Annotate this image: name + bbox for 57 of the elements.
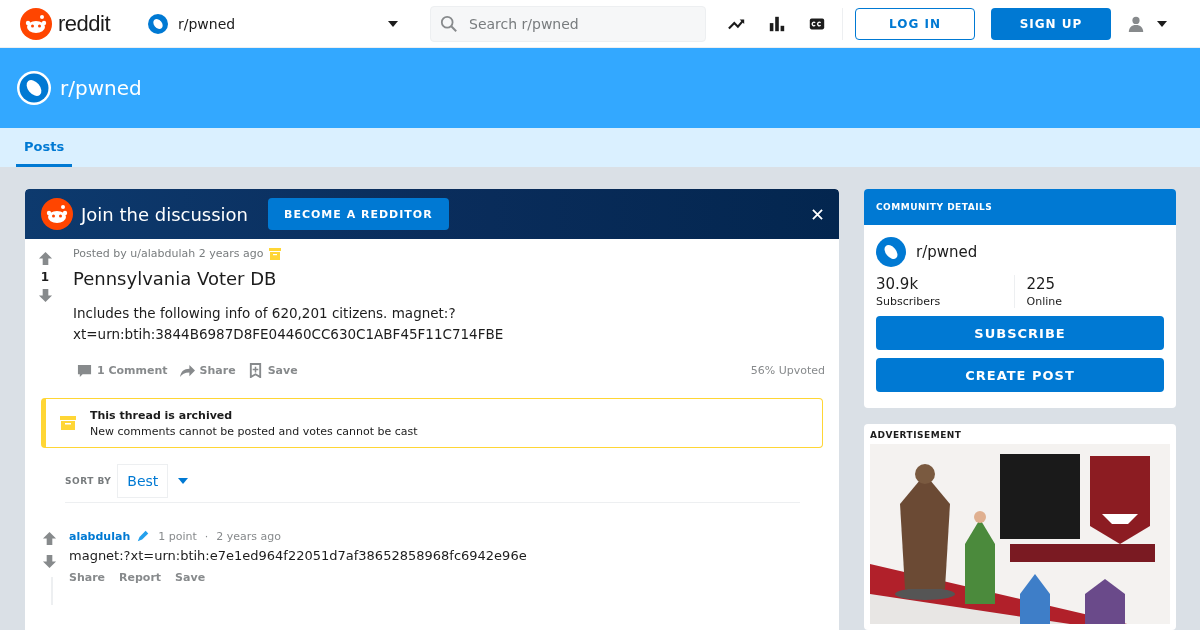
bookmark-icon bbox=[247, 363, 263, 378]
comment-author[interactable]: alabdulah bbox=[69, 529, 131, 543]
caret-icon bbox=[178, 478, 189, 484]
comment-icon bbox=[77, 363, 92, 378]
downvote-icon[interactable] bbox=[41, 554, 57, 569]
comment-text: magnet:?xt=urn:btih:e7e1ed964f22051d7af38652858968fc6942e96e bbox=[69, 548, 527, 563]
reddit-logo-icon[interactable] bbox=[20, 7, 52, 40]
user-icon bbox=[1127, 14, 1145, 33]
post-body: Includes the following info of 620,201 citizens. magnet:? xt=urn:btih:3844B6987D8FE04460CC630C1ABF45F11C714FBE bbox=[73, 304, 505, 344]
comment-action[interactable]: Save bbox=[175, 569, 206, 586]
downvote-icon[interactable] bbox=[37, 288, 53, 303]
upvote-icon[interactable] bbox=[37, 251, 53, 266]
comment-points: 1 point bbox=[158, 529, 197, 543]
caret-icon bbox=[1157, 20, 1167, 27]
join-title: Join the discussion bbox=[81, 203, 248, 225]
community-icon bbox=[148, 13, 168, 34]
upvote-icon[interactable] bbox=[41, 531, 57, 546]
separator-dot: · bbox=[204, 529, 209, 543]
community-button[interactable]: CREATE POST bbox=[876, 358, 1164, 392]
vote-score: 1 bbox=[40, 270, 50, 284]
tab[interactable]: Posts bbox=[16, 128, 73, 167]
login-button[interactable]: LOG IN bbox=[855, 7, 975, 40]
archive-icon bbox=[60, 415, 76, 431]
notice-text: New comments cannot be posted and votes cannot be cast bbox=[90, 424, 418, 438]
upvote-ratio: 56% Upvoted bbox=[750, 364, 825, 377]
sort-label: SORT BY bbox=[65, 476, 112, 486]
close-icon[interactable] bbox=[812, 208, 823, 220]
comment-action[interactable]: Share bbox=[69, 569, 106, 586]
comment-time: 2 years ago bbox=[216, 529, 281, 543]
share-button[interactable]: Share bbox=[175, 359, 240, 382]
search-field[interactable]: Search r/pwned bbox=[430, 5, 706, 42]
post-title[interactable]: Pennsylvania Voter DB bbox=[73, 268, 825, 289]
stat-label: Subscribers bbox=[876, 295, 942, 308]
comment-action[interactable]: Report bbox=[119, 569, 162, 586]
advertisement-label: ADVERTISEMENT bbox=[870, 430, 963, 440]
reddit-wordmark[interactable]: reddit bbox=[58, 10, 111, 37]
stat-label: Online bbox=[1026, 295, 1063, 308]
post-meta: Posted by u/alabdulah 2 years ago bbox=[73, 247, 264, 260]
bar-chart-icon[interactable] bbox=[768, 14, 786, 33]
save-button[interactable]: Save bbox=[243, 359, 302, 382]
share-icon bbox=[179, 363, 195, 378]
community-icon bbox=[876, 237, 906, 267]
pencil-icon bbox=[136, 529, 151, 543]
community-button[interactable]: SUBSCRIBE bbox=[876, 316, 1164, 350]
reddit-logo-icon bbox=[41, 198, 73, 230]
community-title: r/pwned bbox=[60, 76, 142, 100]
notice-title: This thread is archived bbox=[90, 408, 234, 422]
stat-value: 30.9k bbox=[876, 275, 920, 293]
caret-icon bbox=[388, 20, 398, 27]
community-name[interactable]: r/pwned bbox=[916, 243, 978, 261]
comment-button[interactable]: 1 Comment bbox=[73, 359, 172, 382]
community-icon bbox=[16, 70, 52, 106]
stat-value: 225 bbox=[1026, 275, 1057, 293]
signup-button[interactable]: SIGN UP bbox=[991, 7, 1111, 40]
community-selector[interactable]: r/pwned bbox=[148, 9, 398, 38]
card-header: COMMUNITY DETAILS bbox=[864, 189, 1176, 225]
become-redditor-button[interactable]: BECOME A REDDITOR bbox=[268, 198, 449, 230]
